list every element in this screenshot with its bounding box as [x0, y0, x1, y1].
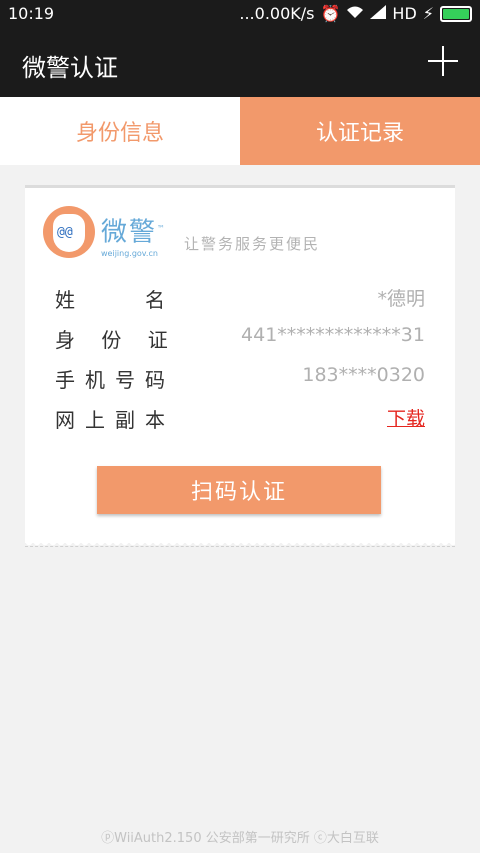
- app-bar: 微警认证: [0, 28, 480, 97]
- status-time: 10:19: [8, 4, 55, 23]
- tab-identity-info[interactable]: 身份信息: [0, 97, 240, 165]
- download-link[interactable]: 下载: [387, 404, 425, 431]
- status-bar: 10:19 ...0.00K/s ⏰ HD ⚡: [0, 0, 480, 28]
- brand: @@ 微警™ weijing.gov.cn: [43, 206, 167, 258]
- online-copy-row: 网上副本 下载: [55, 404, 425, 432]
- page-title: 微警认证: [22, 54, 118, 82]
- phone-value: 183****0320: [302, 364, 425, 386]
- network-type: HD: [392, 4, 417, 23]
- alarm-icon: ⏰: [320, 4, 341, 23]
- wifi-icon: [346, 4, 364, 23]
- signal-icon: [370, 4, 387, 23]
- id-card-value: 441*************31: [241, 324, 425, 346]
- tab-auth-records[interactable]: 认证记录: [240, 97, 480, 165]
- network-speed: ...0.00K/s: [239, 4, 315, 23]
- tab-bar: 身份信息 认证记录: [0, 97, 480, 165]
- status-icons: ...0.00K/s ⏰ HD ⚡: [239, 4, 472, 23]
- name-row: 姓 名 *德明: [55, 284, 425, 312]
- brand-site: weijing.gov.cn: [101, 249, 158, 258]
- phone-label: 手机号码: [55, 368, 175, 392]
- footer-credits: ⓟWiiAuth2.150 公安部第一研究所 ⓒ大白互联: [101, 831, 379, 846]
- name-label: 姓 名: [55, 288, 175, 312]
- identity-card: @@ 微警™ weijing.gov.cn 让警务服务更便民 姓 名 *德明 身…: [25, 185, 455, 547]
- scan-auth-button[interactable]: 扫码认证: [97, 466, 381, 514]
- battery-icon: [440, 5, 472, 22]
- charging-icon: ⚡: [422, 4, 434, 23]
- slogan: 让警务服务更便民: [184, 235, 321, 253]
- plus-icon[interactable]: [428, 46, 458, 76]
- online-copy-label: 网上副本: [55, 408, 175, 432]
- phone-row: 手机号码 183****0320: [55, 364, 425, 392]
- name-value: *德明: [377, 288, 425, 310]
- weijing-logo-icon: @@: [43, 206, 95, 258]
- id-card-row: 身 份 证 441*************31: [55, 324, 425, 352]
- brand-name: 微警™: [101, 218, 168, 248]
- id-card-label: 身 份 证: [55, 328, 178, 352]
